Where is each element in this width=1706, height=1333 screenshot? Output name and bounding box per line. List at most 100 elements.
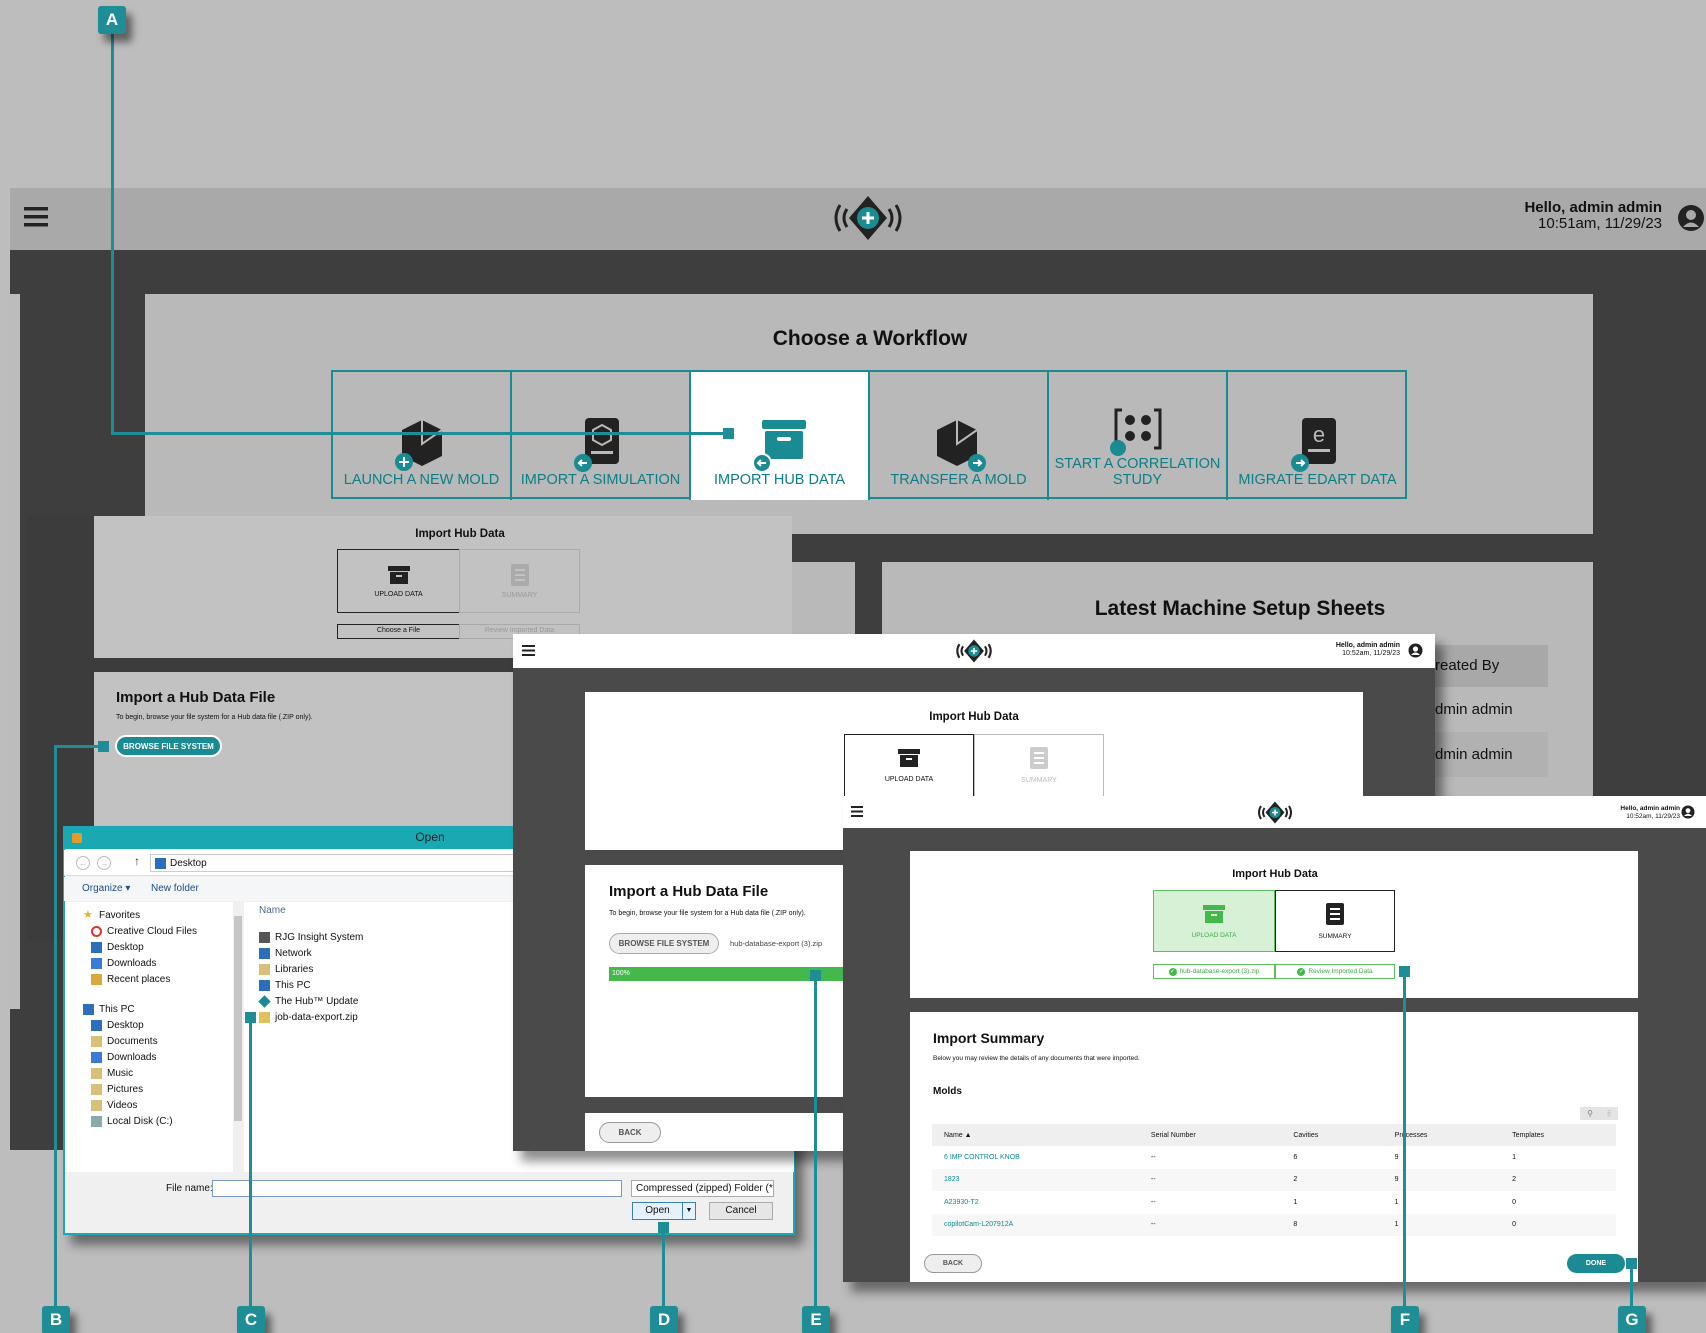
browse-file-system-button[interactable]: BROWSE FILE SYSTEM bbox=[115, 735, 222, 757]
col-cavities[interactable]: Cavities bbox=[1281, 1124, 1383, 1146]
tree-documents[interactable]: Documents bbox=[83, 1033, 233, 1049]
file-item[interactable]: Network bbox=[259, 945, 459, 961]
tree-favorites[interactable]: ★ Favorites bbox=[83, 907, 233, 923]
step2-tab-upload[interactable]: UPLOAD DATA bbox=[844, 734, 974, 796]
callout-line bbox=[249, 1016, 252, 1314]
account-icon[interactable] bbox=[1408, 643, 1423, 658]
file-item[interactable]: This PC bbox=[259, 977, 459, 993]
callout-d: D bbox=[650, 1306, 678, 1333]
tree-this-pc[interactable]: This PC bbox=[83, 1001, 233, 1017]
tree-videos[interactable]: Videos bbox=[83, 1097, 233, 1113]
tree-downloads[interactable]: Downloads bbox=[83, 955, 233, 971]
file-item[interactable]: Libraries bbox=[259, 961, 459, 977]
step2-tab-summary[interactable]: SUMMARY bbox=[974, 734, 1104, 796]
tree-pictures[interactable]: Pictures bbox=[83, 1081, 233, 1097]
chevron-down-icon[interactable]: ▼ bbox=[682, 1203, 695, 1219]
step3-tab-upload[interactable]: UPLOAD DATA bbox=[1153, 890, 1275, 952]
back-button[interactable]: BACK bbox=[599, 1122, 661, 1143]
up-arrow-icon[interactable]: ↑ bbox=[134, 854, 140, 868]
step3-tab-summary[interactable]: SUMMARY bbox=[1275, 890, 1395, 952]
workflow-transfer-mold[interactable]: TRANSFER A MOLD bbox=[870, 372, 1049, 500]
workflow-correlation-study[interactable]: START A CORRELATION STUDY bbox=[1049, 372, 1228, 500]
workflow-import-simulation[interactable]: IMPORT A SIMULATION bbox=[512, 372, 691, 500]
downloads-icon bbox=[91, 1051, 102, 1063]
file-label: job-data-export.zip bbox=[275, 1011, 358, 1023]
cell: 6 bbox=[1293, 1153, 1298, 1161]
drive-icon bbox=[91, 1115, 102, 1127]
filename-input[interactable] bbox=[212, 1180, 622, 1197]
tree-creative-cloud[interactable]: Creative Cloud Files bbox=[83, 923, 233, 939]
mold-name-link[interactable]: 1823 bbox=[932, 1168, 1139, 1191]
organize-menu[interactable]: Organize ▾ bbox=[82, 883, 130, 894]
col-templates[interactable]: Templates bbox=[1500, 1124, 1616, 1146]
tree-recent[interactable]: Recent places bbox=[83, 971, 233, 987]
file-label: The Hub™ Update bbox=[275, 995, 359, 1007]
filename-label: File name: bbox=[166, 1183, 213, 1194]
computer-icon bbox=[259, 979, 270, 991]
file-item[interactable]: job-data-export.zip bbox=[259, 1009, 459, 1025]
cell: -- bbox=[1138, 1213, 1282, 1236]
cell: 1 bbox=[1394, 1198, 1399, 1206]
step1-title: Import Hub Data bbox=[415, 528, 505, 540]
documents-icon bbox=[91, 1035, 102, 1047]
tree-music[interactable]: Music bbox=[83, 1065, 233, 1081]
molds-heading: Molds bbox=[933, 1086, 962, 1097]
workflow-launch-new-mold[interactable]: LAUNCH A NEW MOLD bbox=[333, 372, 512, 500]
path-text: Desktop bbox=[170, 857, 207, 869]
tree-local-disk[interactable]: Local Disk (C:) bbox=[83, 1113, 233, 1129]
tree-pc-desktop[interactable]: Desktop bbox=[83, 1017, 233, 1033]
account-icon[interactable] bbox=[1681, 805, 1695, 819]
tree-label: This PC bbox=[99, 1003, 135, 1015]
step3-title: Import Hub Data bbox=[1232, 868, 1318, 880]
substep-label: Review Imported Data bbox=[484, 627, 555, 634]
creative-cloud-icon bbox=[91, 925, 102, 937]
timestamp: 10:52am, 11/29/23 bbox=[1342, 650, 1400, 657]
mold-name-link[interactable]: 6 IMP CONTROL KNOB bbox=[932, 1146, 1139, 1169]
substep-label: hub-database-export (3).zip bbox=[1179, 968, 1260, 975]
user-greeting: Hello, admin admin bbox=[1335, 642, 1400, 649]
file-item[interactable]: RJG Insight System bbox=[259, 929, 459, 945]
app-icon bbox=[72, 833, 82, 843]
mold-name-link[interactable]: copilotCam-L207912A bbox=[932, 1213, 1139, 1236]
tree-label: Pictures bbox=[107, 1083, 144, 1095]
account-icon[interactable] bbox=[1677, 204, 1705, 232]
menu-icon[interactable] bbox=[24, 207, 48, 227]
callout-anchor bbox=[810, 970, 821, 981]
new-folder-button[interactable]: New folder bbox=[151, 883, 199, 894]
archive-icon bbox=[898, 749, 920, 767]
step1-tab-upload[interactable]: UPLOAD DATA bbox=[337, 549, 460, 613]
file-item[interactable]: The Hub™ Update bbox=[258, 993, 459, 1009]
forward-arrow-icon[interactable]: → bbox=[97, 856, 111, 870]
pictures-icon bbox=[91, 1083, 102, 1095]
workflow-migrate-edart[interactable]: e MIGRATE EDART DATA bbox=[1228, 372, 1407, 500]
menu-icon[interactable] bbox=[522, 645, 535, 656]
callout-g: G bbox=[1618, 1306, 1646, 1333]
filetype-select[interactable]: Compressed (zipped) Folder (*. bbox=[631, 1180, 774, 1197]
mold-name-link[interactable]: A23930-T2 bbox=[932, 1191, 1139, 1214]
col-name[interactable]: Name ▲ bbox=[932, 1124, 1139, 1146]
cell: -- bbox=[1138, 1168, 1282, 1191]
column-settings-icon[interactable]: ⦙⦙ bbox=[1607, 1109, 1611, 1119]
tree-desktop[interactable]: Desktop bbox=[83, 939, 233, 955]
tree-pc-downloads[interactable]: Downloads bbox=[83, 1049, 233, 1065]
workflow-label: TRANSFER A MOLD bbox=[890, 472, 1027, 488]
browse-file-system-button[interactable]: BROWSE FILE SYSTEM bbox=[609, 933, 719, 954]
col-processes[interactable]: Processes bbox=[1382, 1124, 1501, 1146]
nav-tree-scrollbar[interactable] bbox=[233, 902, 243, 1172]
scrollbar-thumb[interactable] bbox=[234, 916, 242, 1121]
col-serial[interactable]: Serial Number bbox=[1138, 1124, 1282, 1146]
workflow-import-hub-data[interactable]: IMPORT HUB DATA bbox=[691, 372, 870, 500]
back-arrow-icon[interactable]: ← bbox=[76, 856, 90, 870]
table-row: A23930-T2 -- 1 1 0 bbox=[932, 1191, 1616, 1214]
menu-icon[interactable] bbox=[851, 806, 863, 817]
search-icon[interactable]: ⚲ bbox=[1587, 1109, 1593, 1118]
list-document-icon bbox=[1326, 902, 1344, 925]
done-button[interactable]: DONE bbox=[1567, 1254, 1625, 1273]
step1-tab-summary[interactable]: SUMMARY bbox=[459, 549, 580, 613]
music-icon bbox=[91, 1067, 102, 1079]
table-search-icon[interactable]: ⚲ ⦙⦙ bbox=[1580, 1107, 1618, 1120]
back-button[interactable]: BACK bbox=[924, 1254, 982, 1273]
open-button[interactable]: Open ▼ bbox=[632, 1202, 696, 1220]
column-name[interactable]: Name bbox=[259, 905, 286, 916]
cancel-button[interactable]: Cancel bbox=[709, 1202, 773, 1220]
